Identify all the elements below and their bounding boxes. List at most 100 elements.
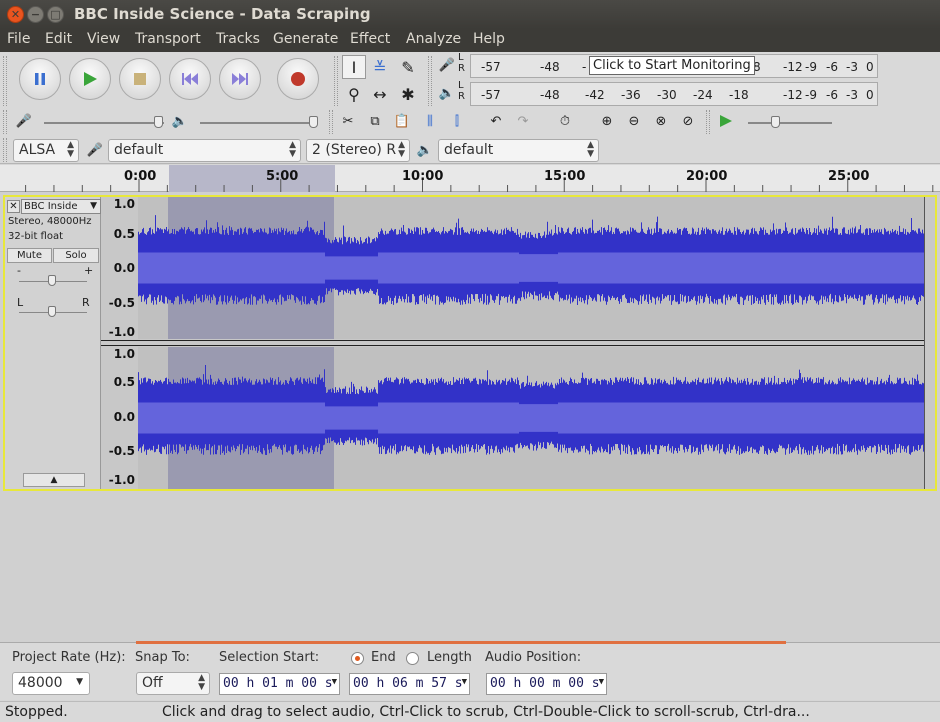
fit-selection-icon: ⊗ <box>655 113 667 129</box>
track-control-panel[interactable]: ✕ BBC Inside ▼ Stereo, 48000Hz 32-bit flo… <box>5 197 101 489</box>
multi-tool[interactable]: ✱ <box>396 82 420 106</box>
track-panel[interactable]: ✕ BBC Inside ▼ Stereo, 48000Hz 32-bit flo… <box>0 192 940 642</box>
track-close-button[interactable]: ✕ <box>7 200 20 213</box>
skip-start-icon <box>170 59 210 99</box>
play-icon <box>720 115 732 127</box>
waveform-right-channel <box>138 347 924 489</box>
zoom-out-button[interactable]: ⊖ <box>623 110 645 132</box>
redo-icon: ↷ <box>517 113 529 129</box>
recording-device-select[interactable]: default ▲ ▼ <box>108 139 301 162</box>
selection-end-time[interactable]: 00 h 06 m 57 s ▼ <box>349 673 470 695</box>
menu-transport[interactable]: Transport <box>135 31 201 47</box>
close-icon: ✕ <box>10 8 21 21</box>
channel-2-waveform[interactable] <box>138 347 924 489</box>
toolbar-grip[interactable] <box>329 110 333 134</box>
toolbar-grip[interactable] <box>3 138 7 162</box>
end-radio[interactable] <box>351 652 364 665</box>
recording-volume-slider[interactable] <box>44 122 164 124</box>
pan-left-label: L <box>17 296 24 309</box>
gain-plus-label: + <box>84 264 94 277</box>
collapse-track-button[interactable]: ▲ <box>23 473 85 487</box>
cut-button[interactable]: ✂ <box>337 110 359 132</box>
dropdown-arrow-icon: ▼ <box>461 677 467 687</box>
record-button[interactable] <box>277 58 319 100</box>
timeline-ruler[interactable]: 0:00 5:00 10:00 15:00 20:00 25:00 <box>0 165 940 192</box>
length-radio[interactable] <box>406 652 419 665</box>
close-window-button[interactable]: ✕ <box>7 6 24 23</box>
record-icon <box>278 59 318 99</box>
pan-thumb[interactable] <box>48 306 56 317</box>
menu-edit[interactable]: Edit <box>45 31 72 47</box>
maximize-window-button[interactable]: □ <box>47 6 64 23</box>
project-rate-select[interactable]: 48000 ▼ <box>12 672 90 695</box>
sync-lock-button[interactable]: ⏱ <box>554 110 576 132</box>
selection-start-time[interactable]: 00 h 01 m 00 s ▼ <box>219 673 340 695</box>
silence-button[interactable]: ⫿ <box>446 110 468 132</box>
zoom-in-button[interactable]: ⊕ <box>596 110 618 132</box>
menu-analyze[interactable]: Analyze <box>406 31 461 47</box>
audio-track[interactable]: ✕ BBC Inside ▼ Stereo, 48000Hz 32-bit flo… <box>3 195 937 491</box>
toolbar-area: I ≚ ✎ ⚲ ↔ ✱ 🎤 L R -57 -48 - 8 -12 -9 -6 … <box>0 52 940 164</box>
draw-tool[interactable]: ✎ <box>396 55 420 79</box>
solo-button[interactable]: Solo <box>53 248 99 263</box>
menu-file[interactable]: File <box>7 31 30 47</box>
toolbar-grip[interactable] <box>706 110 710 134</box>
envelope-tool[interactable]: ≚ <box>368 55 392 79</box>
skip-to-end-button[interactable] <box>219 58 261 100</box>
waveform-rms <box>138 252 924 284</box>
fit-project-button[interactable]: ⊘ <box>677 110 699 132</box>
menu-view[interactable]: View <box>87 31 120 47</box>
gain-thumb[interactable] <box>48 275 56 286</box>
zoom-tool[interactable]: ⚲ <box>342 82 366 106</box>
playback-meter-speaker-icon[interactable]: 🔈 <box>436 82 458 104</box>
toolbar-grip[interactable] <box>428 56 432 106</box>
toolbar-grip[interactable] <box>334 56 338 106</box>
updown-icon: ▲ ▼ <box>587 140 594 159</box>
play-icon <box>70 59 110 99</box>
channel-divider <box>101 340 935 346</box>
minimize-icon: − <box>30 8 41 21</box>
fit-selection-button[interactable]: ⊗ <box>650 110 672 132</box>
toolbar-grip[interactable] <box>3 56 7 106</box>
track-name-menu[interactable]: BBC Inside ▼ <box>21 199 101 214</box>
gain-minus-label: - <box>17 264 21 277</box>
selection-tool[interactable]: I <box>342 55 366 79</box>
updown-icon: ▲ ▼ <box>198 673 205 692</box>
recording-channels-select[interactable]: 2 (Stereo) R ▲ ▼ <box>306 139 410 162</box>
audio-position-time[interactable]: 00 h 00 m 00 s ▼ <box>486 673 607 695</box>
undo-button[interactable]: ↶ <box>485 110 507 132</box>
audio-host-select[interactable]: ALSA ▲ ▼ <box>13 139 79 162</box>
ruler-label: 20:00 <box>686 169 728 184</box>
copy-icon: ⧉ <box>370 113 380 129</box>
menu-effect[interactable]: Effect <box>350 31 390 47</box>
skip-to-start-button[interactable] <box>169 58 211 100</box>
recording-volume-thumb[interactable] <box>154 116 163 128</box>
channel-1-waveform[interactable] <box>138 197 924 339</box>
play-button[interactable] <box>69 58 111 100</box>
stop-button[interactable] <box>119 58 161 100</box>
time-shift-tool[interactable]: ↔ <box>368 82 392 106</box>
snap-to-select[interactable]: Off ▲ ▼ <box>136 672 210 695</box>
playback-volume-thumb[interactable] <box>309 116 318 128</box>
copy-button[interactable]: ⧉ <box>364 110 386 132</box>
playback-device-select[interactable]: default ▲ ▼ <box>438 139 599 162</box>
toolbar-grip[interactable] <box>3 110 7 134</box>
monitoring-tooltip[interactable]: Click to Start Monitoring <box>589 56 755 75</box>
redo-button[interactable]: ↷ <box>512 110 534 132</box>
playback-meter[interactable]: -57 -48 -42 -36 -30 -24 -18 -12 -9 -6 -3… <box>470 82 878 106</box>
menu-help[interactable]: Help <box>473 31 505 47</box>
paste-button[interactable]: 📋 <box>391 110 413 132</box>
record-meter-mic-icon[interactable]: 🎤 <box>436 54 458 76</box>
play-speed-slider[interactable] <box>748 122 832 124</box>
minimize-window-button[interactable]: − <box>27 6 44 23</box>
mute-button[interactable]: Mute <box>7 248 52 263</box>
menu-generate[interactable]: Generate <box>273 31 338 47</box>
play-speed-thumb[interactable] <box>771 116 780 128</box>
trim-button[interactable]: ⫼ <box>419 110 441 132</box>
scissors-icon: ✂ <box>342 113 354 129</box>
playback-volume-slider[interactable] <box>200 122 318 124</box>
menu-tracks[interactable]: Tracks <box>216 31 260 47</box>
updown-icon: ▲ ▼ <box>67 140 74 159</box>
pause-button[interactable] <box>19 58 61 100</box>
play-at-speed-button[interactable] <box>715 110 737 132</box>
